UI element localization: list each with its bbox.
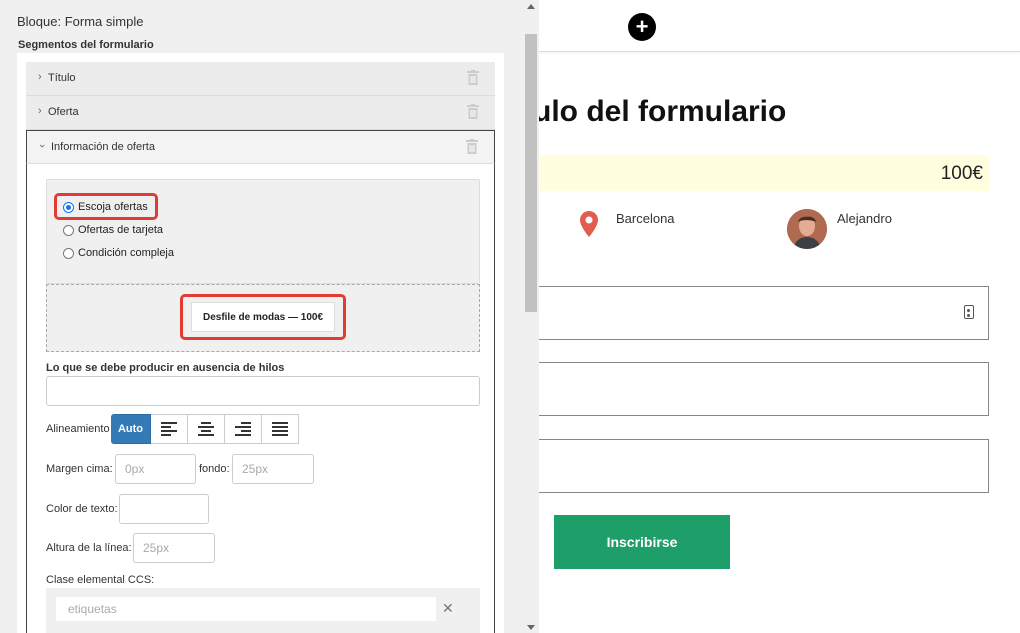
align-center-button[interactable]: [188, 414, 225, 444]
chevron-right-icon: ›: [38, 105, 42, 117]
segment-titulo[interactable]: › Título: [26, 62, 495, 96]
css-class-tags-input[interactable]: etiquetas: [56, 597, 436, 621]
text-color-input[interactable]: [119, 494, 209, 524]
avatar: [787, 209, 827, 249]
segment-label: Oferta: [48, 106, 79, 118]
trash-icon[interactable]: [466, 139, 478, 154]
preview-input-2[interactable]: [539, 362, 989, 416]
editor-title: Bloque: Forma simple: [17, 14, 144, 29]
align-center-icon: [198, 422, 214, 436]
scrollbar-thumb[interactable]: [525, 34, 537, 312]
segment-label: Información de oferta: [51, 141, 155, 153]
radio-condicion-compleja[interactable]: Condición compleja: [63, 247, 174, 259]
highlight-box: [180, 294, 346, 340]
submit-button[interactable]: Inscribirse: [554, 515, 730, 569]
margin-bottom-input[interactable]: 25px: [232, 454, 314, 484]
align-left-icon: [161, 422, 177, 436]
preview-input-1[interactable]: [539, 286, 989, 340]
align-auto-button[interactable]: Auto: [111, 414, 151, 444]
align-justify-button[interactable]: [262, 414, 299, 444]
align-justify-icon: [272, 422, 288, 436]
location-pin-icon: [580, 211, 598, 237]
margin-top-label: Margen cima:: [46, 463, 113, 475]
highlight-box: [54, 193, 158, 220]
form-title: ulo del formulario: [539, 95, 787, 128]
person-avatar-icon: [787, 209, 827, 249]
offer-price: 100€: [940, 163, 983, 184]
preview-toolbar: +: [539, 0, 1020, 52]
radio-button[interactable]: [63, 247, 74, 259]
clear-tags-icon[interactable]: ✕: [442, 600, 454, 617]
margin-top-input[interactable]: 0px: [115, 454, 196, 484]
chevron-down-icon: ›: [35, 144, 48, 148]
align-left-button[interactable]: [151, 414, 188, 444]
no-threads-input[interactable]: [46, 376, 480, 406]
segments-title: Segmentos del formulario: [18, 39, 154, 51]
preview-input-3[interactable]: [539, 439, 989, 493]
scroll-down-arrow-icon[interactable]: [527, 625, 535, 630]
scroll-up-arrow-icon[interactable]: [527, 4, 535, 9]
alignment-label: Alineamiento: [46, 423, 110, 435]
segment-label: Título: [48, 72, 76, 84]
offer-price-bar: 100€: [539, 155, 989, 191]
event-city: Barcelona: [616, 211, 675, 226]
radio-label: Ofertas de tarjeta: [78, 224, 163, 236]
form-preview: + ulo del formulario 100€ Barcelona Alej…: [539, 0, 1020, 633]
contact-card-icon: [964, 305, 974, 319]
line-height-label: Altura de la línea:: [46, 542, 132, 554]
align-right-button[interactable]: [225, 414, 262, 444]
organizer-name: Alejandro: [837, 211, 892, 226]
trash-icon[interactable]: [467, 104, 479, 119]
radio-label: Condición compleja: [78, 247, 174, 259]
chevron-right-icon: ›: [38, 71, 42, 83]
line-height-input[interactable]: 25px: [133, 533, 215, 563]
add-block-icon[interactable]: +: [628, 13, 656, 41]
segment-informacion-de-oferta[interactable]: › Información de oferta: [26, 130, 495, 164]
align-right-icon: [235, 422, 251, 436]
segment-oferta[interactable]: › Oferta: [26, 96, 495, 130]
radio-button[interactable]: [63, 224, 74, 236]
radio-ofertas-de-tarjeta[interactable]: Ofertas de tarjeta: [63, 224, 163, 236]
block-editor-panel: Bloque: Forma simple Segmentos del formu…: [0, 0, 539, 633]
alignment-button-group: Auto: [111, 414, 299, 444]
trash-icon[interactable]: [467, 70, 479, 85]
margin-bottom-label: fondo:: [199, 463, 230, 475]
no-threads-label: Lo que se debe producir en ausencia de h…: [46, 362, 285, 374]
css-class-label: Clase elemental CCS:: [46, 574, 155, 586]
text-color-label: Color de texto:: [46, 503, 118, 515]
